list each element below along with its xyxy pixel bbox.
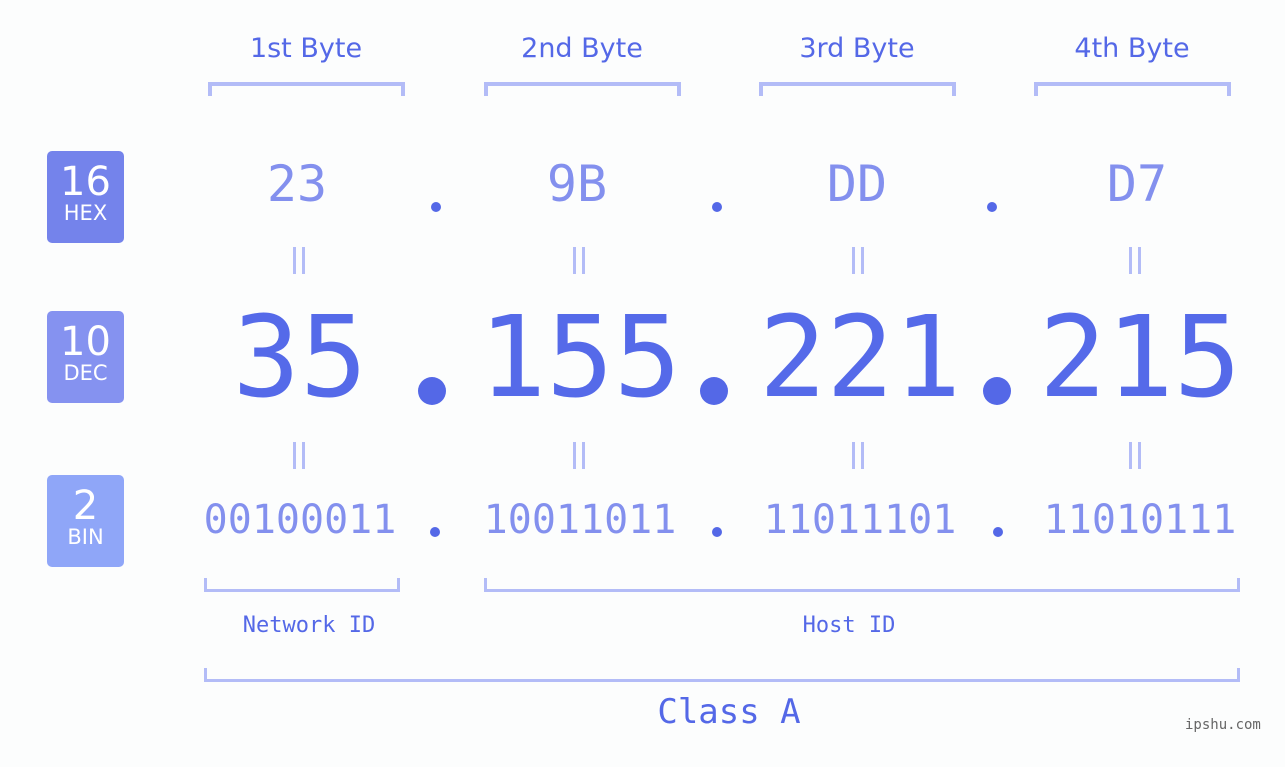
dec-octet-2: 155: [478, 293, 682, 423]
dec-separator-dot: [418, 377, 446, 405]
watermark: ipshu.com: [1185, 717, 1261, 733]
byte-header-4: 4th Byte: [1074, 33, 1190, 64]
byte-header-2: 2nd Byte: [521, 33, 643, 64]
bin-badge-number: 2: [72, 483, 99, 529]
dec-badge-number: 10: [60, 319, 111, 365]
dec-octet-1: 35: [232, 293, 368, 423]
class-label: Class A: [657, 692, 801, 732]
hex-badge-number: 16: [60, 159, 111, 205]
equals-sign: [852, 442, 864, 469]
bin-octet-3: 11011101: [763, 497, 957, 543]
equals-sign: [1129, 247, 1141, 274]
hex-separator-dot: [431, 202, 441, 212]
bin-badge-label: BIN: [67, 525, 104, 549]
network-id-label: Network ID: [242, 613, 376, 638]
hex-octet-1: 23: [266, 155, 328, 213]
network-id-bracket: [204, 578, 400, 592]
byte-header-3: 3rd Byte: [799, 33, 915, 64]
bin-octet-2: 10011011: [483, 497, 677, 543]
hex-badge: 16 HEX: [47, 151, 124, 243]
dec-separator-dot: [700, 377, 728, 405]
bin-separator-dot: [712, 527, 722, 537]
class-bracket: [204, 668, 1240, 682]
hex-separator-dot: [712, 202, 722, 212]
hex-octet-4: D7: [1106, 155, 1168, 213]
dec-separator-dot: [983, 377, 1011, 405]
bin-badge: 2 BIN: [47, 475, 124, 567]
dec-badge: 10 DEC: [47, 311, 124, 403]
dec-badge-label: DEC: [63, 361, 108, 385]
equals-sign: [573, 247, 585, 274]
equals-sign: [1129, 442, 1141, 469]
byte-bracket-3: [759, 82, 956, 96]
byte-bracket-2: [484, 82, 681, 96]
bin-octet-1: 00100011: [203, 497, 397, 543]
dec-octet-3: 221: [758, 293, 962, 423]
equals-sign: [293, 247, 305, 274]
bin-separator-dot: [430, 527, 440, 537]
hex-octet-2: 9B: [546, 155, 608, 213]
equals-sign: [852, 247, 864, 274]
byte-bracket-1: [208, 82, 405, 96]
hex-badge-label: HEX: [63, 201, 108, 225]
host-id-label: Host ID: [802, 613, 896, 638]
hex-separator-dot: [987, 202, 997, 212]
equals-sign: [293, 442, 305, 469]
equals-sign: [573, 442, 585, 469]
byte-bracket-4: [1034, 82, 1231, 96]
hex-octet-3: DD: [826, 155, 888, 213]
bin-octet-4: 11010111: [1043, 497, 1237, 543]
byte-header-1: 1st Byte: [249, 33, 363, 64]
bin-separator-dot: [993, 527, 1003, 537]
host-id-bracket: [484, 578, 1240, 592]
dec-octet-4: 215: [1038, 293, 1242, 423]
